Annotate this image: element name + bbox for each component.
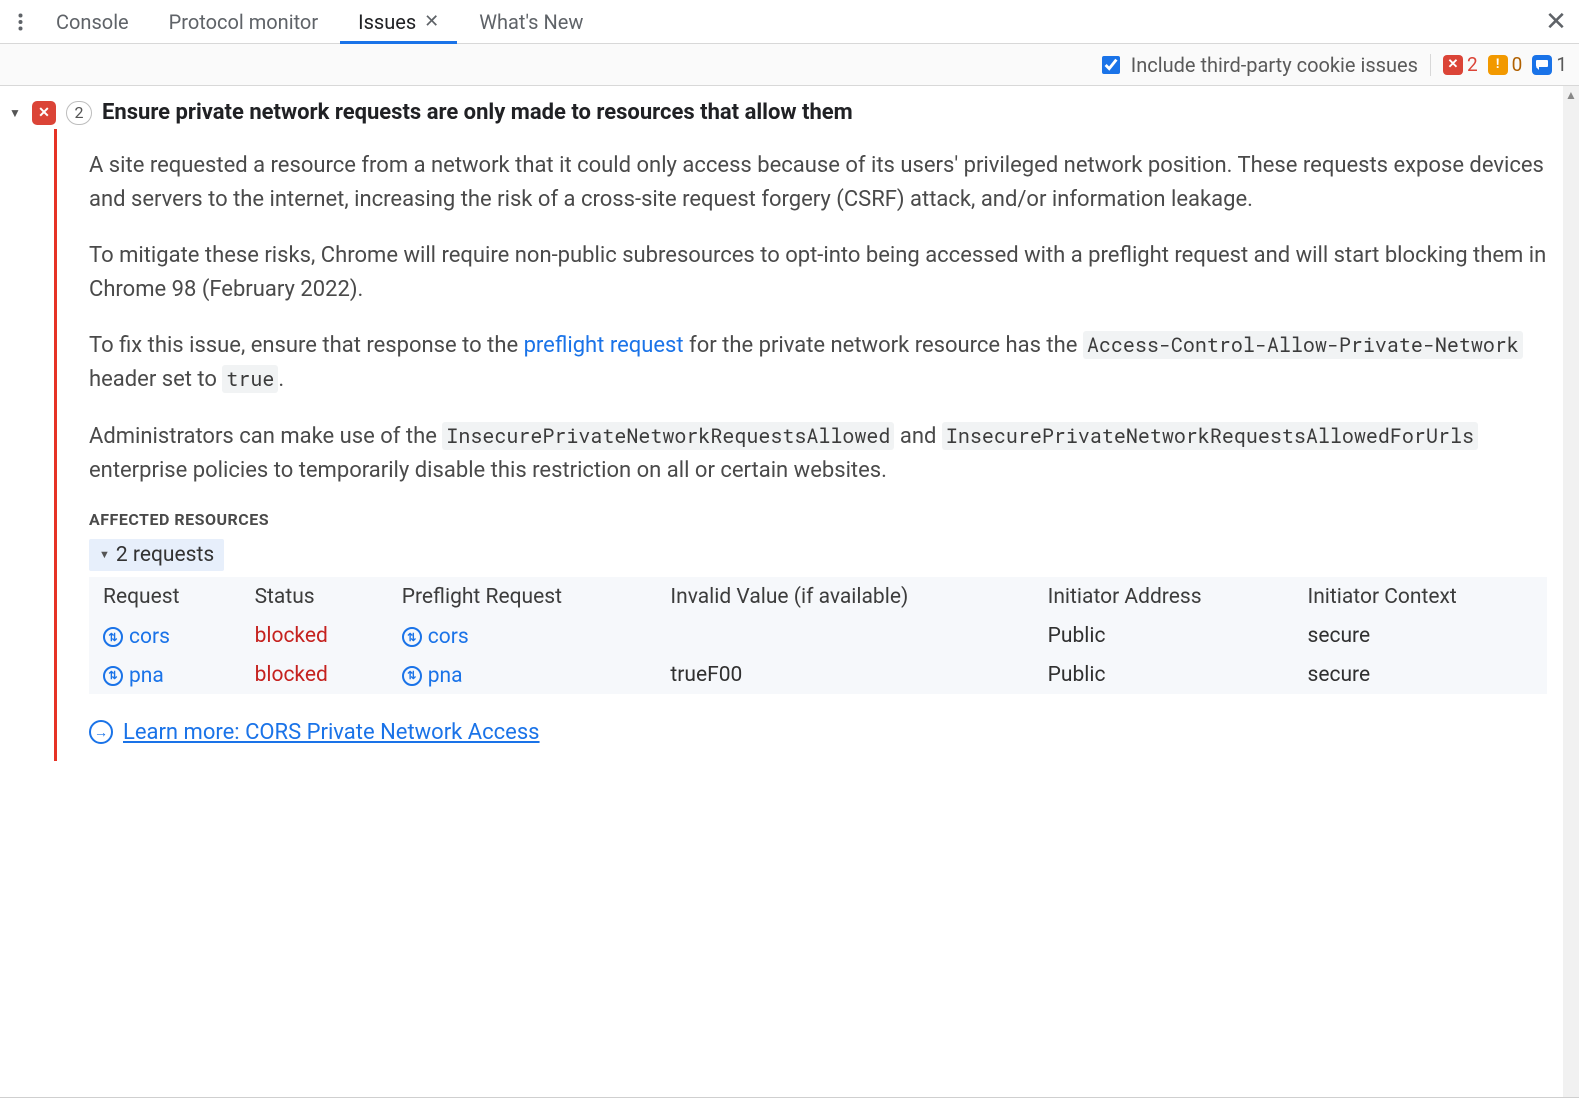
issue-body: A site requested a resource from a netwo… (54, 129, 1557, 761)
expand-icon: ▼ (99, 548, 110, 561)
code-policy2: InsecurePrivateNetworkRequestsAllowedFor… (942, 422, 1478, 450)
preflight-link[interactable]: ⇅cors (402, 625, 469, 649)
code-true: true (222, 365, 278, 393)
requests-table: Request Status Preflight Request Invalid… (89, 577, 1547, 694)
affected-resources-label: AFFECTED RESOURCES (89, 510, 1547, 529)
external-link-icon: → (89, 720, 113, 744)
invalid-value: trueF00 (656, 655, 1033, 694)
initiator-ctx: secure (1293, 617, 1547, 656)
request-link[interactable]: ⇅pna (103, 664, 164, 688)
vertical-scrollbar[interactable]: ▲ (1563, 86, 1579, 1097)
include-cookie-checkbox[interactable]: Include third-party cookie issues (1098, 53, 1418, 77)
warning-icon: ! (1488, 55, 1508, 75)
issue-title: Ensure private network requests are only… (102, 100, 853, 125)
col-preflight: Preflight Request (388, 577, 657, 617)
network-icon: ⇅ (103, 666, 123, 686)
col-initiator-ctx: Initiator Context (1293, 577, 1547, 617)
status-value: blocked (255, 663, 328, 687)
error-icon: ✕ (32, 101, 56, 125)
include-cookie-input[interactable] (1102, 56, 1120, 74)
issue-counts: ✕ 2 ! 0 1 (1443, 53, 1567, 76)
invalid-value (656, 617, 1033, 656)
toolbar-separator (1430, 54, 1431, 76)
network-icon: ⇅ (402, 627, 422, 647)
preflight-link[interactable]: ⇅pna (402, 664, 463, 688)
initiator-addr: Public (1034, 655, 1294, 694)
table-header-row: Request Status Preflight Request Invalid… (89, 577, 1547, 617)
table-row: ⇅cors blocked ⇅cors Public secure (89, 617, 1547, 656)
devtools-tabbar: Console Protocol monitor Issues ✕ What's… (0, 0, 1579, 44)
requests-summary-label: 2 requests (116, 543, 214, 567)
requests-summary[interactable]: ▼ 2 requests (89, 539, 224, 571)
info-count-badge[interactable]: 1 (1532, 53, 1567, 76)
learn-more: → Learn more: CORS Private Network Acces… (89, 720, 1547, 745)
learn-more-link[interactable]: Learn more: CORS Private Network Access (123, 720, 540, 745)
info-icon (1532, 55, 1552, 75)
issue-paragraph-1: A site requested a resource from a netwo… (89, 149, 1547, 217)
table-row: ⇅pna blocked ⇅pna trueF00 Public secure (89, 655, 1547, 694)
network-icon: ⇅ (103, 627, 123, 647)
tab-whats-new[interactable]: What's New (461, 0, 601, 44)
tab-console[interactable]: Console (38, 0, 147, 44)
network-icon: ⇅ (402, 666, 422, 686)
scroll-up-icon[interactable]: ▲ (1563, 86, 1579, 104)
col-request: Request (89, 577, 241, 617)
close-panel-icon[interactable]: ✕ (1539, 5, 1573, 39)
status-value: blocked (255, 624, 328, 648)
preflight-request-link[interactable]: preflight request (524, 333, 684, 358)
code-acapn: Access-Control-Allow-Private-Network (1083, 331, 1523, 359)
tab-protocol-monitor[interactable]: Protocol monitor (151, 0, 336, 44)
issue-paragraph-4: Administrators can make use of the Insec… (89, 420, 1547, 488)
issue-paragraph-2: To mitigate these risks, Chrome will req… (89, 239, 1547, 307)
code-policy1: InsecurePrivateNetworkRequestsAllowed (442, 422, 894, 450)
error-count-badge[interactable]: ✕ 2 (1443, 53, 1478, 76)
col-status: Status (241, 577, 388, 617)
tab-issues[interactable]: Issues ✕ (340, 0, 457, 44)
more-menu-icon[interactable] (6, 8, 34, 36)
initiator-addr: Public (1034, 617, 1294, 656)
col-initiator-addr: Initiator Address (1034, 577, 1294, 617)
warning-count-badge[interactable]: ! 0 (1488, 53, 1523, 76)
col-invalid: Invalid Value (if available) (656, 577, 1033, 617)
initiator-ctx: secure (1293, 655, 1547, 694)
include-cookie-label: Include third-party cookie issues (1131, 53, 1418, 77)
issues-toolbar: Include third-party cookie issues ✕ 2 ! … (0, 44, 1579, 86)
issue-paragraph-3: To fix this issue, ensure that response … (89, 329, 1547, 397)
issue-header[interactable]: ▼ ✕ 2 Ensure private network requests ar… (8, 100, 1557, 125)
request-link[interactable]: ⇅cors (103, 625, 170, 649)
issue-count-pill: 2 (66, 101, 92, 125)
error-icon: ✕ (1443, 55, 1463, 75)
expand-icon[interactable]: ▼ (8, 106, 22, 120)
close-icon[interactable]: ✕ (424, 11, 439, 32)
